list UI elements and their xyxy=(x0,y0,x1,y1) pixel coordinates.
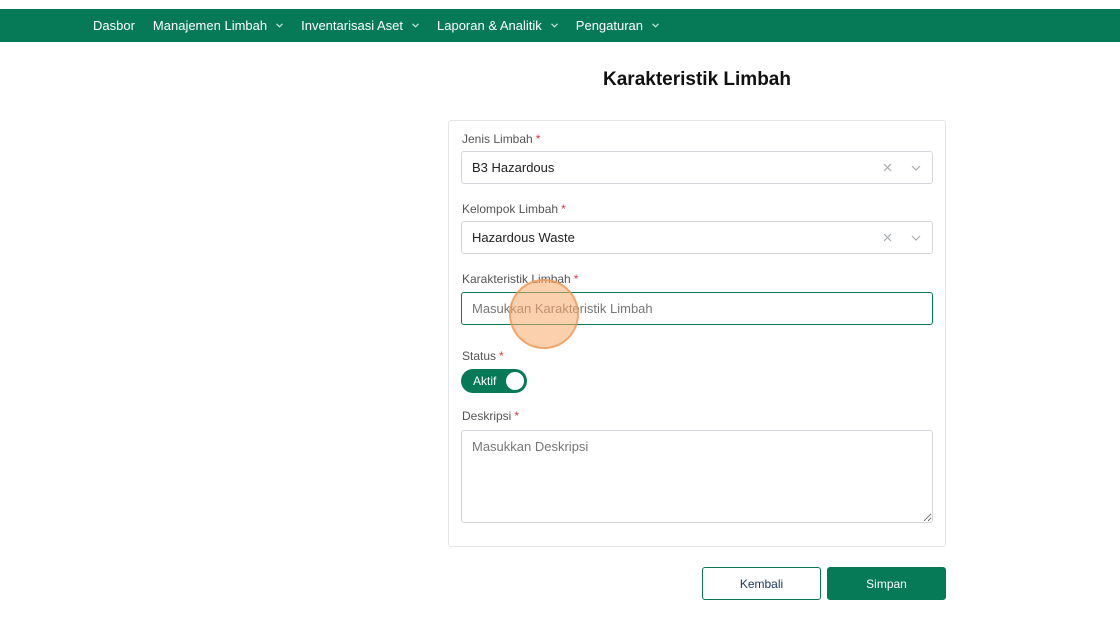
required-mark: * xyxy=(573,272,579,286)
kelompok-limbah-label: Kelompok Limbah * xyxy=(462,202,566,216)
nav-item-label: Dasbor xyxy=(93,18,135,33)
clear-icon[interactable] xyxy=(874,222,900,253)
back-button[interactable]: Kembali xyxy=(702,567,821,600)
status-label: Status * xyxy=(462,349,504,363)
status-toggle-label: Aktif xyxy=(473,374,497,388)
chevron-down-icon xyxy=(550,23,558,28)
required-mark: * xyxy=(561,202,566,216)
nav-item-dasbor[interactable]: Dasbor xyxy=(93,18,135,33)
chevron-down-icon xyxy=(412,23,419,28)
deskripsi-label: Deskripsi * xyxy=(462,409,520,423)
jenis-limbah-value: B3 Hazardous xyxy=(472,160,555,175)
nav-item-label: Inventarisasi Aset xyxy=(301,18,403,33)
required-mark: * xyxy=(514,409,520,423)
nav-item-label: Laporan & Analitik xyxy=(437,18,542,33)
karakteristik-limbah-input[interactable] xyxy=(461,292,933,325)
chevron-down-icon xyxy=(276,23,283,28)
chevron-down-icon xyxy=(652,23,659,28)
clear-icon[interactable] xyxy=(874,152,900,183)
nav-item-inventarisasi-aset[interactable]: Inventarisasi Aset xyxy=(301,18,419,33)
chevron-down-icon[interactable] xyxy=(900,152,932,183)
nav-item-label: Pengaturan xyxy=(575,18,644,33)
kelompok-limbah-select[interactable]: Hazardous Waste xyxy=(461,221,933,254)
status-toggle[interactable]: Aktif xyxy=(461,369,527,393)
nav-item-laporan-analitik[interactable]: Laporan & Analitik xyxy=(437,18,558,33)
karakteristik-limbah-label: Karakteristik Limbah * xyxy=(462,272,579,286)
nav-item-label: Manajemen Limbah xyxy=(152,18,268,33)
jenis-limbah-select[interactable]: B3 Hazardous xyxy=(461,151,933,184)
save-button[interactable]: Simpan xyxy=(827,567,946,600)
deskripsi-textarea[interactable] xyxy=(461,430,933,523)
top-navbar: Dasbor Manajemen Limbah Inventarisasi As… xyxy=(0,9,1120,42)
kelompok-limbah-value: Hazardous Waste xyxy=(472,230,575,245)
page-title: Karakteristik Limbah xyxy=(603,69,791,90)
required-mark: * xyxy=(499,349,504,363)
toggle-knob xyxy=(506,372,524,390)
form-card: Jenis Limbah * B3 Hazardous Kelompok Limb… xyxy=(448,120,946,547)
nav-item-pengaturan[interactable]: Pengaturan xyxy=(576,18,659,33)
nav-item-manajemen-limbah[interactable]: Manajemen Limbah xyxy=(153,18,283,33)
jenis-limbah-label: Jenis Limbah * xyxy=(462,132,541,146)
required-mark: * xyxy=(535,132,541,146)
chevron-down-icon[interactable] xyxy=(900,222,932,253)
